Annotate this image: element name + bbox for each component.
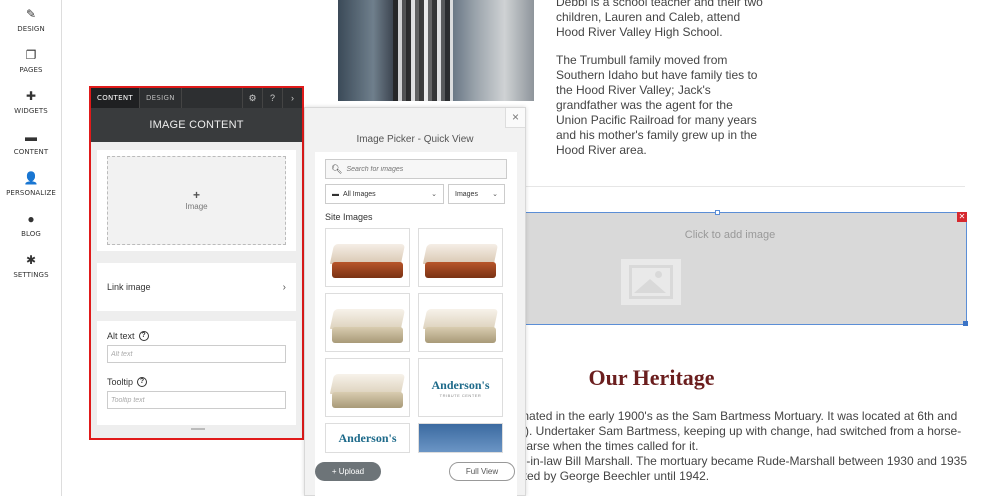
image-widget-placeholder[interactable]: Click to add image ✕: [493, 210, 968, 326]
tooltip-label: Tooltip ?: [107, 377, 286, 387]
sidebar-item-label: CONTENT: [13, 148, 49, 156]
sidebar-item-settings[interactable]: ✱ SETTINGS: [0, 246, 62, 287]
tooltip-label-text: Tooltip: [107, 377, 134, 387]
sidebar-item-blog[interactable]: ● BLOG: [0, 205, 62, 246]
type-select[interactable]: Images ⌄: [448, 184, 505, 204]
sidebar-item-label: PAGES: [19, 66, 43, 74]
resize-grip[interactable]: [191, 428, 205, 430]
link-image-row[interactable]: Link image ›: [97, 263, 296, 311]
image-thumbnail[interactable]: Anderson's TRIBUTE CENTER: [418, 358, 503, 417]
sidebar-item-label: BLOG: [21, 230, 41, 238]
help-icon[interactable]: ?: [137, 377, 148, 387]
logo-image: Anderson's: [338, 430, 397, 445]
image-thumbnail[interactable]: [418, 293, 503, 352]
resize-handle-corner[interactable]: [963, 321, 968, 326]
sidebar-item-label: WIDGETS: [14, 107, 48, 115]
heritage-line: rated by George Beechler until 1942.: [513, 469, 710, 483]
upload-button[interactable]: + Upload: [315, 462, 381, 481]
help-icon[interactable]: ?: [138, 331, 149, 341]
image-thumbnail[interactable]: [325, 293, 410, 352]
add-image-prompt: Click to add image: [684, 229, 776, 241]
tab-design[interactable]: DESIGN: [140, 88, 182, 108]
link-image-label: Link image: [107, 282, 151, 292]
user-icon: 👤: [23, 171, 39, 185]
image-thumbnail[interactable]: [325, 358, 410, 417]
heritage-line: lty). Undertaker Sam Bartmess, keeping u…: [513, 424, 962, 438]
search-box[interactable]: 🔍︎: [325, 159, 507, 179]
bio-paragraph-2: The Trumbull family moved from Southern …: [556, 53, 758, 157]
chevron-down-icon: ⌄: [492, 191, 498, 198]
alt-text-label-text: Alt text: [107, 331, 135, 341]
site-images-heading: Site Images: [325, 212, 373, 222]
heritage-text: ginated in the early 1900's as the Sam B…: [513, 409, 973, 484]
bio-paragraph-1: Debbi is a school teacher and their two …: [556, 0, 763, 39]
logo-subtitle: TRIBUTE CENTER: [439, 392, 482, 398]
picker-footer: + Upload Full View: [315, 462, 515, 481]
sidebar-item-label: SETTINGS: [13, 271, 49, 279]
close-icon[interactable]: ×: [505, 108, 525, 128]
image-grid: Anderson's TRIBUTE CENTER Anderson's: [325, 228, 507, 453]
chevron-down-icon: ⌄: [431, 191, 437, 198]
photo-detail: [393, 0, 453, 101]
image-thumbnail[interactable]: [418, 228, 503, 287]
resize-handle-top[interactable]: [715, 210, 720, 215]
sidebar-item-design[interactable]: ✎ DESIGN: [0, 0, 62, 41]
plus-icon: ✚: [25, 89, 37, 103]
paintbrush-icon: ✎: [25, 7, 37, 21]
panel-tabs: CONTENT DESIGN ⚙ ? ›: [91, 88, 302, 108]
image-thumbnail[interactable]: Anderson's: [325, 423, 410, 453]
help-icon[interactable]: ?: [262, 88, 282, 108]
image-thumbnail[interactable]: [325, 228, 410, 287]
chat-bubble-icon: ●: [27, 212, 35, 226]
full-view-button[interactable]: Full View: [449, 462, 515, 481]
image-thumbnail[interactable]: [418, 423, 503, 453]
type-select-value: Images: [455, 190, 478, 198]
tab-content[interactable]: CONTENT: [91, 88, 140, 108]
image-content-panel: CONTENT DESIGN ⚙ ? › IMAGE CONTENT + Ima…: [89, 86, 304, 440]
logo-image: Anderson's: [431, 377, 490, 392]
folder-select-value: All Images: [343, 190, 376, 198]
search-input[interactable]: [346, 165, 501, 173]
folder-select[interactable]: ▬ All Images ⌄: [325, 184, 444, 204]
remove-widget-icon[interactable]: ✕: [957, 212, 967, 222]
gear-icon: ✱: [25, 253, 37, 267]
image-dropzone-label: Image: [185, 202, 208, 211]
sidebar-item-content[interactable]: ▬ CONTENT: [0, 123, 62, 164]
heritage-line: on-in-law Bill Marshall. The mortuary be…: [513, 454, 968, 468]
plus-icon: +: [192, 188, 200, 202]
divider: [493, 186, 965, 187]
image-placeholder-icon: [621, 259, 681, 305]
sidebar-item-pages[interactable]: ❐ PAGES: [0, 41, 62, 82]
panel-title: IMAGE CONTENT: [91, 108, 302, 142]
tooltip-input[interactable]: [107, 391, 286, 409]
heritage-line: hearse when the times called for it.: [513, 439, 699, 453]
sidebar-item-label: PERSONALIZE: [6, 189, 56, 197]
image-picker-popup: × Image Picker - Quick View 🔍︎ ▬ All Imag…: [304, 107, 526, 496]
image-dropzone[interactable]: + Image: [107, 156, 286, 245]
sidebar-item-personalize[interactable]: 👤 PERSONALIZE: [0, 164, 62, 205]
sidebar-item-label: DESIGN: [17, 25, 45, 33]
image-card: + Image: [97, 150, 296, 251]
folder-icon: ▬: [332, 190, 339, 198]
text-fields-card: Alt text ? Tooltip ?: [97, 321, 296, 425]
chevron-right-icon: ›: [282, 281, 286, 293]
pages-icon: ❐: [25, 48, 37, 62]
folder-icon: ▬: [25, 130, 37, 144]
family-photo[interactable]: [338, 0, 534, 101]
alt-text-input[interactable]: [107, 345, 286, 363]
sidebar-item-widgets[interactable]: ✚ WIDGETS: [0, 82, 62, 123]
picker-filters: ▬ All Images ⌄ Images ⌄: [325, 184, 507, 204]
search-icon: 🔍︎: [331, 163, 343, 174]
alt-text-label: Alt text ?: [107, 331, 286, 341]
picker-title: Image Picker - Quick View: [356, 134, 474, 145]
heritage-line: ginated in the early 1900's as the Sam B…: [513, 409, 958, 423]
bio-text: Debbi is a school teacher and their two …: [556, 0, 766, 171]
left-sidebar: ✎ DESIGN ❐ PAGES ✚ WIDGETS ▬ CONTENT 👤 P…: [0, 0, 62, 496]
picker-body: 🔍︎ ▬ All Images ⌄ Images ⌄ Site Images An…: [315, 152, 517, 496]
gear-icon[interactable]: ⚙: [242, 88, 262, 108]
collapse-icon[interactable]: ›: [282, 88, 302, 108]
